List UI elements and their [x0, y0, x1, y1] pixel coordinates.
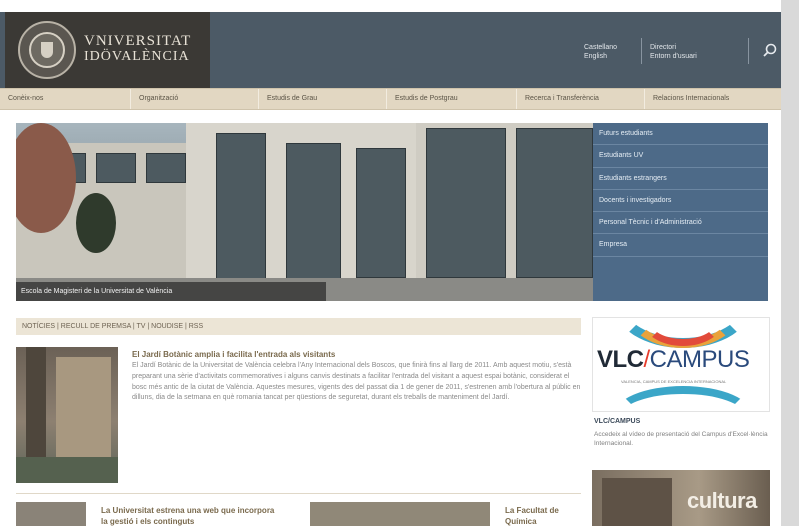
search-icon[interactable] — [760, 41, 780, 61]
vlc-campus-banner[interactable]: VLC/CAMPUS VALENCIA, CAMPUS DE EXCELENCI… — [592, 317, 770, 412]
page: VNIVERSITAT IDÖVALÈNCIA Castellano Engli… — [0, 0, 781, 526]
hero-caption: Escola de Magisteri de la Universitat de… — [16, 282, 326, 301]
university-logo[interactable]: VNIVERSITAT IDÖVALÈNCIA — [5, 12, 210, 88]
user-links: Directori Entorn d'usuari — [650, 43, 697, 61]
nav-item-organitzacio[interactable]: Organització — [130, 89, 258, 109]
audience-item-teachers[interactable]: Docents i investigadors — [593, 190, 768, 212]
logo-line-1: VNIVERSITAT — [84, 33, 192, 49]
audience-nav: Futurs estudiants Estudiants UV Estudian… — [593, 123, 768, 301]
news-body: El Jardí Botànic de la Universitat de Va… — [132, 362, 581, 402]
nav-item-estudis-postgrau[interactable]: Estudis de Postgrau — [386, 89, 516, 109]
nav-item-recerca[interactable]: Recerca i Transferència — [516, 89, 644, 109]
news-thumbnail[interactable] — [16, 347, 118, 483]
lang-link-castellano[interactable]: Castellano — [584, 43, 617, 52]
audience-item-business[interactable]: Empresa — [593, 234, 768, 257]
culture-banner[interactable]: cultura — [592, 470, 770, 526]
vlc-campus-logo: VLC/CAMPUS — [597, 346, 750, 373]
audience-item-future-students[interactable]: Futurs estudiants — [593, 123, 768, 146]
user-area-link[interactable]: Entorn d'usuari — [650, 52, 697, 61]
lang-link-english[interactable]: English — [584, 52, 617, 61]
vlc-campus-label[interactable]: VLC/CAMPUS — [594, 418, 640, 425]
university-seal-icon — [18, 21, 76, 79]
audience-item-foreign-students[interactable]: Estudiants estrangers — [593, 168, 768, 190]
logo-wordmark: VNIVERSITAT IDÖVALÈNCIA — [84, 33, 192, 65]
logo-line-2: IDÖVALÈNCIA — [84, 49, 190, 64]
news-thumbnail[interactable] — [16, 502, 86, 526]
news-tabs[interactable]: NOTÍCIES | RECULL DE PREMSA | TV | NOUDI… — [16, 318, 581, 335]
language-links: Castellano English — [584, 43, 617, 61]
news-headline[interactable]: La Universitat estrena una web que incor… — [101, 505, 281, 526]
news-headline[interactable]: El Jardí Botànic amplia i facilita l'ent… — [132, 350, 335, 359]
culture-logo-text: cultura — [687, 488, 757, 513]
audience-item-uv-students[interactable]: Estudiants UV — [593, 145, 768, 168]
header-divider — [641, 38, 642, 64]
main-nav: Conèix-nos Organització Estudis de Grau … — [0, 88, 781, 110]
news-divider — [16, 493, 581, 494]
audience-item-staff[interactable]: Personal Tècnic i d'Administració — [593, 212, 768, 235]
nav-item-estudis-grau[interactable]: Estudis de Grau — [258, 89, 386, 109]
hero-image — [16, 123, 593, 301]
site-header: VNIVERSITAT IDÖVALÈNCIA Castellano Engli… — [0, 12, 781, 88]
directory-link[interactable]: Directori — [650, 43, 697, 52]
vlc-campus-subtitle: VALENCIA, CAMPUS DE EXCELENCIA INTERNACI… — [621, 379, 727, 384]
news-headline[interactable]: La Facultat de Química — [505, 505, 575, 526]
nav-item-coneix-nos[interactable]: Conèix-nos — [0, 89, 130, 109]
nav-item-relacions-internacionals[interactable]: Relacions Internacionals — [644, 89, 781, 109]
header-divider — [748, 38, 749, 64]
news-thumbnail[interactable] — [310, 502, 490, 526]
vlc-campus-description: Accedeix al vídeo de presentació del Cam… — [594, 431, 768, 447]
